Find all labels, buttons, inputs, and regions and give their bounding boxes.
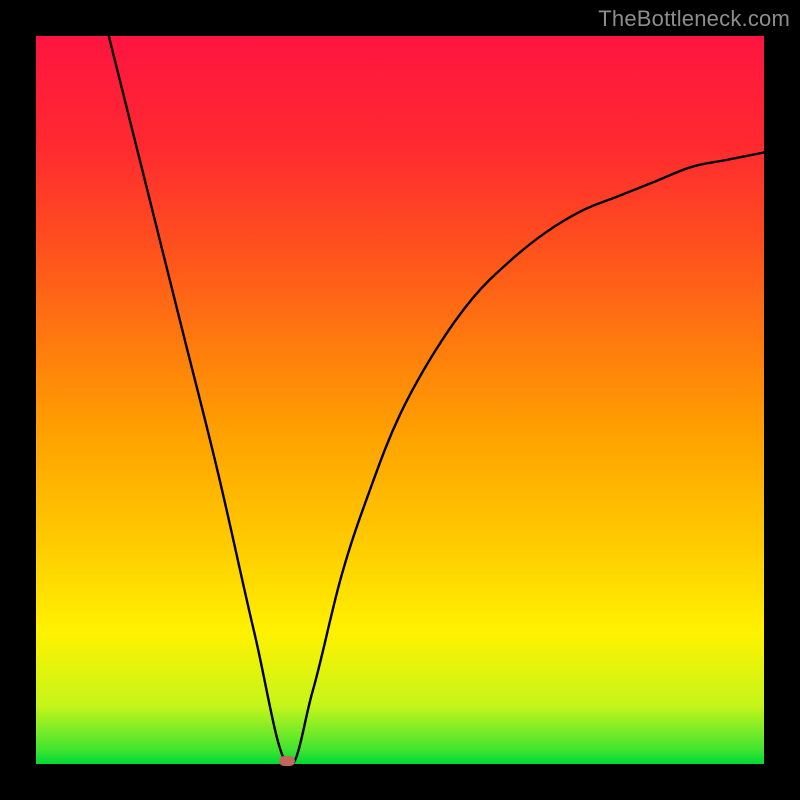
plot-area [36, 36, 764, 764]
bottleneck-curve [36, 36, 764, 764]
chart-frame: TheBottleneck.com [0, 0, 800, 800]
watermark-text: TheBottleneck.com [598, 6, 790, 32]
minimum-marker-icon [279, 756, 295, 766]
